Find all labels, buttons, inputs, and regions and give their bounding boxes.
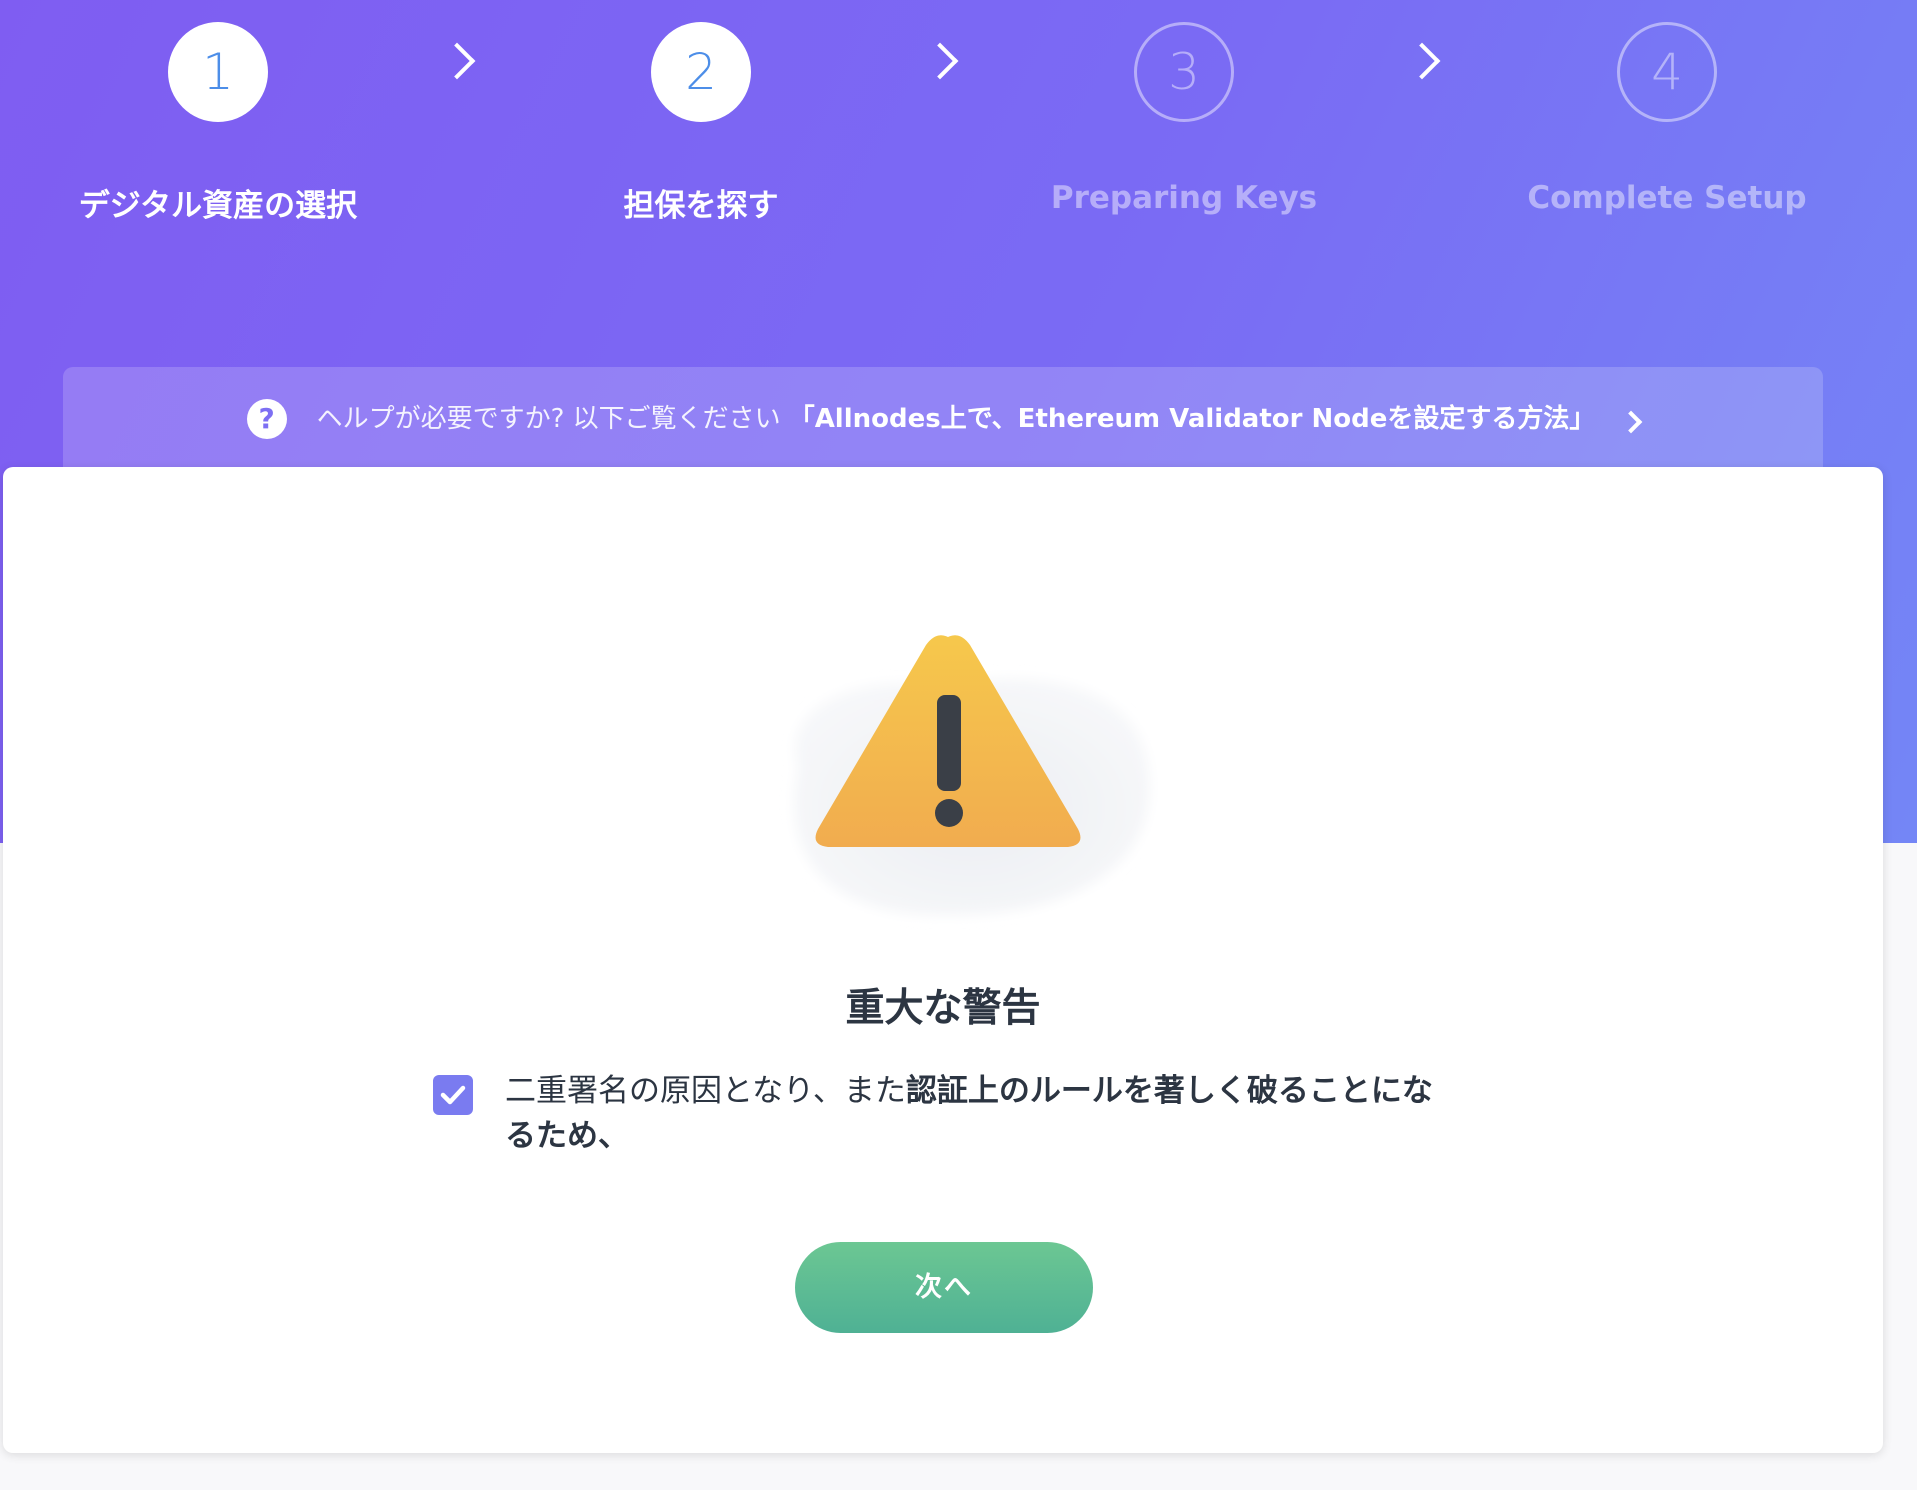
step-4-number: 4 [1617, 22, 1717, 122]
step-4-label: Complete Setup [1527, 180, 1807, 216]
help-text: ヘルプが必要ですか? 以下ご覧ください [316, 404, 781, 434]
agree-checkbox[interactable] [433, 1075, 473, 1115]
step-2-label: 担保を探す [623, 188, 779, 224]
help-circle-icon: ? [246, 399, 287, 439]
warning-title: 重大な警告 [845, 986, 1041, 1031]
checkmark-icon [440, 1085, 466, 1105]
chevron-right-icon [921, 42, 959, 80]
step-2: 2 担保を探す [501, 22, 901, 225]
step-3-label: Preparing Keys [1050, 180, 1318, 216]
step-1-number: 1 [168, 22, 268, 122]
step-3: 3 Preparing Keys [984, 22, 1384, 216]
warning-triangle-icon [794, 635, 1150, 916]
chevron-right-icon [1620, 410, 1643, 434]
warning-card: 重大な警告 二重署名の原因となり、また認証上のルールを著しく破ることになるため、… [3, 467, 1883, 1453]
help-guide-link[interactable]: 「Allnodes上で、Ethereum Validator Nodeを設定する… [789, 399, 1596, 439]
warning-message-plain: 二重署名の原因となり、また [505, 1073, 906, 1109]
chevron-right-icon [1403, 42, 1441, 80]
step-3-number: 3 [1134, 22, 1234, 122]
step-1-label: デジタル資産の選択 [78, 188, 358, 224]
chevron-right-icon [438, 42, 476, 80]
step-2-number: 2 [651, 22, 751, 122]
step-4: 4 Complete Setup [1467, 22, 1867, 216]
help-banner[interactable]: ? ヘルプが必要ですか? 以下ご覧ください 「Allnodes上で、Ethere… [63, 367, 1823, 469]
warning-message: 二重署名の原因となり、また認証上のルールを著しく破ることになるため、 [505, 1069, 1445, 1159]
next-button[interactable]: 次へ [795, 1242, 1093, 1333]
step-1: 1 デジタル資産の選択 [18, 22, 418, 225]
